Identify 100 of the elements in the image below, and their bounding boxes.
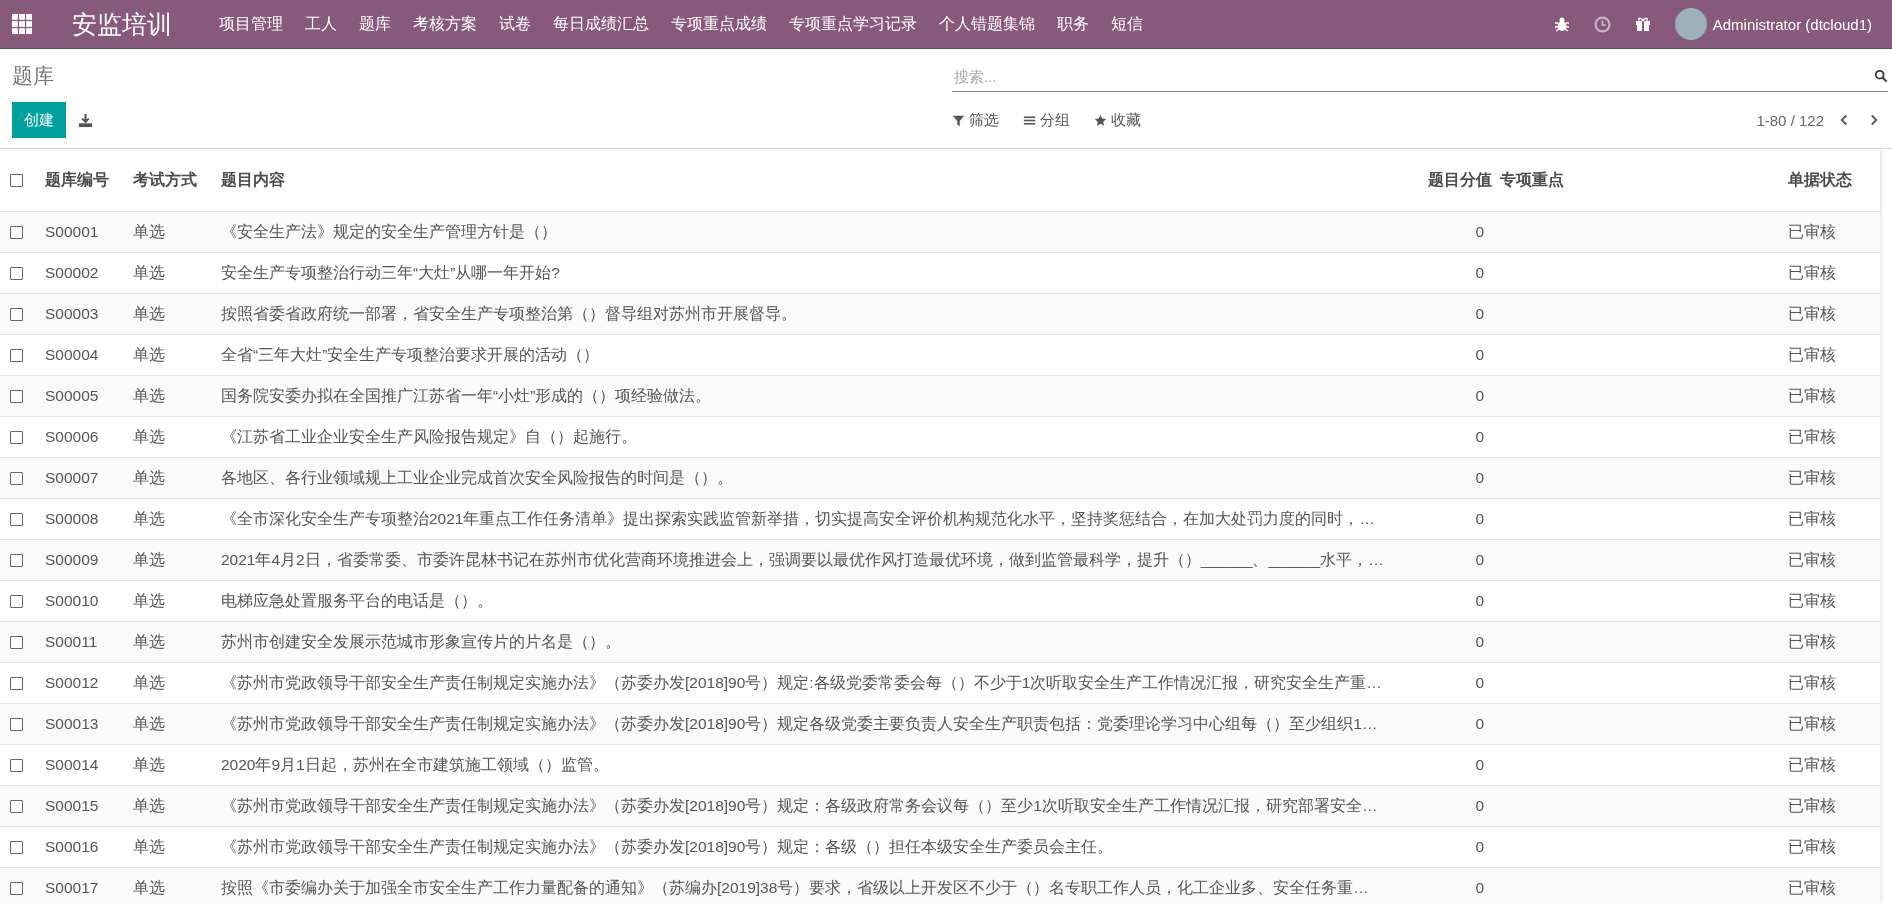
table-cell-text: 已审核 xyxy=(1787,631,1837,652)
menu-item[interactable]: 每日成绩汇总 xyxy=(542,13,660,35)
apps-menu-icon[interactable] xyxy=(12,14,32,34)
download-icon[interactable] xyxy=(78,112,93,128)
table-cell-text: 单选 xyxy=(132,836,166,857)
table-cell-text: 安全生产专项整治行动三年“大灶”从哪一年开始? xyxy=(220,262,561,283)
table-cell-text: 按照省委省政府统一部署，省安全生产专项整治第（）督导组对苏州市开展督导。 xyxy=(220,303,798,324)
table-cell-text: 单选 xyxy=(132,303,166,324)
table-cell-text: 0 xyxy=(1474,387,1485,405)
table-cell-text: 单选 xyxy=(132,713,166,734)
row-checkbox[interactable] xyxy=(10,348,23,362)
row-checkbox[interactable] xyxy=(10,799,23,813)
table-cell-text: 单选 xyxy=(132,262,166,283)
table-cell-text: 单选 xyxy=(132,221,166,242)
table-cell-text: 已审核 xyxy=(1787,426,1837,447)
table-cell-text: 《江苏省工业企业安全生产风险报告规定》自（）起施行。 xyxy=(220,426,638,447)
menu-item[interactable]: 项目管理 xyxy=(208,13,294,35)
row-checkbox[interactable] xyxy=(10,717,23,731)
row-checkbox[interactable] xyxy=(10,635,23,649)
chevron-right-icon[interactable] xyxy=(1868,113,1880,127)
menu-item[interactable]: 短信 xyxy=(1100,13,1154,35)
row-checkbox[interactable] xyxy=(10,471,23,485)
table-cell-text: S00007 xyxy=(44,469,100,487)
table-cell-text: 0 xyxy=(1474,592,1485,610)
row-checkbox[interactable] xyxy=(10,594,23,608)
funnel-icon xyxy=(952,113,965,127)
row-checkbox[interactable] xyxy=(10,307,23,321)
row-checkbox[interactable] xyxy=(10,840,23,854)
column-header[interactable]: 专项重点 xyxy=(1492,169,1780,191)
table-cell-text: 单选 xyxy=(132,426,166,447)
menu-item[interactable]: 个人错题集锦 xyxy=(928,13,1046,35)
star-icon xyxy=(1094,113,1107,127)
table-cell-text: 已审核 xyxy=(1787,303,1837,324)
table-cell-text: 0 xyxy=(1474,674,1485,692)
table-cell-text: 单选 xyxy=(132,508,166,529)
table-cell-text: S00004 xyxy=(44,346,100,364)
search-field[interactable]: 搜索... xyxy=(952,67,1874,85)
select-all-checkbox[interactable] xyxy=(10,173,23,187)
table-cell-text: 已审核 xyxy=(1787,344,1837,365)
row-checkbox[interactable] xyxy=(10,266,23,280)
table-cell-text: 0 xyxy=(1474,305,1485,323)
table-cell-text: 已审核 xyxy=(1787,754,1837,775)
menu-item[interactable]: 专项重点学习记录 xyxy=(778,13,928,35)
column-header[interactable]: 题目分值 xyxy=(1420,169,1492,191)
table-cell-text: S00003 xyxy=(44,305,100,323)
user-name[interactable]: Administrator (dtcloud1) xyxy=(1712,15,1872,33)
table-cell-text: 已审核 xyxy=(1787,713,1837,734)
pager-value[interactable]: 1-80 / 122 xyxy=(1756,111,1824,129)
menu-item[interactable]: 专项重点成绩 xyxy=(660,13,778,35)
table-cell-text: 0 xyxy=(1474,346,1485,364)
table-cell-text: S00009 xyxy=(44,551,100,569)
table-cell-text: 按照《市委编办关于加强全市安全生产工作力量配备的通知》（苏编办[2019]38号）要求，省级以上开发区不少于（）名专职工作人员，化工企业多、安全任务重… xyxy=(220,877,1370,898)
chevron-left-icon[interactable] xyxy=(1838,113,1850,127)
gift-icon[interactable] xyxy=(1634,16,1651,32)
table-cell-text: S00016 xyxy=(44,838,100,856)
menu-item[interactable]: 职务 xyxy=(1046,13,1100,35)
table-cell-text: 电梯应急处置服务平台的电话是（）。 xyxy=(220,590,494,611)
row-checkbox[interactable] xyxy=(10,881,23,895)
table-cell-text: 已审核 xyxy=(1787,221,1837,242)
row-checkbox[interactable] xyxy=(10,512,23,526)
group-by-button[interactable]: 分组 xyxy=(1023,110,1070,130)
create-button[interactable]: 创建 xyxy=(12,102,66,138)
column-header[interactable]: 单据状态 xyxy=(1780,169,1880,191)
table-cell-text: 单选 xyxy=(132,672,166,693)
column-header[interactable]: 题库编号 xyxy=(37,169,125,191)
table-cell-text: 2020年9月1日起，苏州在全市建筑施工领域（）监管。 xyxy=(220,754,610,775)
menu-item[interactable]: 工人 xyxy=(294,13,348,35)
table-cell-text: S00008 xyxy=(44,510,100,528)
menu-item[interactable]: 题库 xyxy=(348,13,402,35)
column-header[interactable]: 题目内容 xyxy=(213,169,1410,191)
row-checkbox[interactable] xyxy=(10,389,23,403)
row-checkbox[interactable] xyxy=(10,430,23,444)
table-cell-text: 苏州市创建安全发展示范城市形象宣传片的片名是（）。 xyxy=(220,631,622,652)
table-cell-text: 已审核 xyxy=(1787,262,1837,283)
row-checkbox[interactable] xyxy=(10,676,23,690)
table-cell-text: 《苏州市党政领导干部安全生产责任制规定实施办法》（苏委办发[2018]90号）规定：各级政府常务会议每（）至少1次听取安全生产工作情况汇报，研究部署安全… xyxy=(220,795,1379,816)
column-header[interactable]: 考试方式 xyxy=(125,169,213,191)
table-cell-text: 已审核 xyxy=(1787,590,1837,611)
table-cell-text: 0 xyxy=(1474,428,1485,446)
table-cell-text: 单选 xyxy=(132,877,166,898)
row-checkbox[interactable] xyxy=(10,553,23,567)
menu-item[interactable]: 试卷 xyxy=(488,13,542,35)
table-cell-text: 已审核 xyxy=(1787,795,1837,816)
table-cell-text: 单选 xyxy=(132,754,166,775)
table-cell-text: 0 xyxy=(1474,715,1485,733)
menu-item[interactable]: 考核方案 xyxy=(402,13,488,35)
search-icon[interactable] xyxy=(1874,69,1888,83)
table-cell-text: S00001 xyxy=(44,223,100,241)
avatar[interactable] xyxy=(1674,8,1707,40)
table-cell-text: S00014 xyxy=(44,756,100,774)
table-cell-text: 单选 xyxy=(132,795,166,816)
table-cell-text: 已审核 xyxy=(1787,877,1837,898)
table-cell-text: 已审核 xyxy=(1787,836,1837,857)
row-checkbox[interactable] xyxy=(10,758,23,772)
filter-button[interactable]: 筛选 xyxy=(952,110,999,130)
clock-icon[interactable] xyxy=(1593,15,1611,33)
favorites-button[interactable]: 收藏 xyxy=(1094,110,1141,130)
table-cell-text: 已审核 xyxy=(1787,672,1837,693)
bug-icon[interactable] xyxy=(1553,16,1570,32)
row-checkbox[interactable] xyxy=(10,225,23,239)
